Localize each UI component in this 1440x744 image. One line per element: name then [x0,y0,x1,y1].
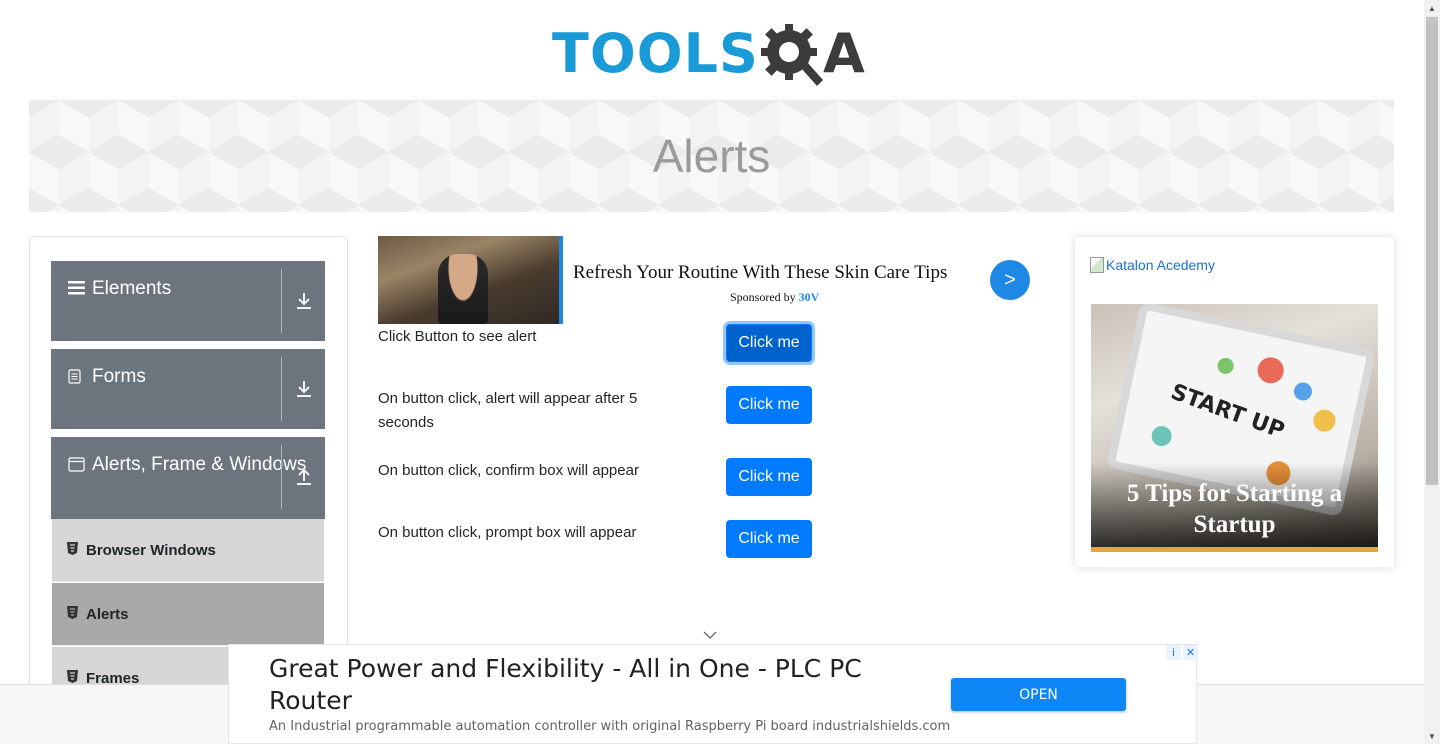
toolsqa-logo[interactable]: TOOLS A [552,14,882,94]
confirm-description: On button click, confirm box will appear [378,462,639,479]
right-ad[interactable]: Katalon Acedemy START UP 5 Tips for Star… [1075,237,1394,567]
alert-button[interactable]: Click me [726,324,812,362]
sidebar-item-label: Browser Windows [86,541,216,559]
timer-alert-button[interactable]: Click me [726,386,812,424]
bottom-ad-description: An Industrial programmable automation co… [269,719,951,734]
logo-a-text: A [822,22,866,85]
prompt-description: On button click, prompt box will appear [378,524,637,541]
ad-title[interactable]: Refresh Your Routine With These Skin Car… [573,262,947,284]
broken-image-icon [1090,257,1104,273]
diagram-node [1216,356,1236,376]
chevron-down-icon[interactable] [703,628,717,642]
scroll-up-arrow-icon[interactable]: ▲ [1424,0,1440,16]
gear-magnifier-icon [760,24,823,86]
confirm-button[interactable]: Click me [726,458,812,496]
bottom-ad-title[interactable]: Great Power and Flexibility - All in One… [269,653,909,717]
vertical-scrollbar[interactable]: ▲ ▼ [1424,0,1440,744]
broken-image-alt-text: Katalon Acedemy [1106,257,1215,273]
ad-sponsor-line: Sponsored by 30V [730,290,819,305]
scroll-thumb[interactable] [1426,17,1438,485]
sidebar-group-alerts-frame-windows[interactable]: Alerts, Frame & Windows [51,437,325,519]
bottom-ad[interactable]: Great Power and Flexibility - All in One… [228,644,1198,744]
sidebar-group-forms[interactable]: Forms [51,349,325,429]
ad-image [378,236,563,324]
sidebar-item-browser-windows[interactable]: Browser Windows [52,519,324,582]
window-icon [68,449,88,481]
sponsored-prefix: Sponsored by [730,290,799,304]
document-icon [68,361,88,393]
download-arrow-icon[interactable] [281,357,325,421]
ad-choices: i ✕ [1166,645,1198,660]
close-icon[interactable]: ✕ [1183,645,1198,660]
page-title: Alerts [652,130,771,182]
download-arrow-icon[interactable] [281,269,325,333]
promo-title: 5 Tips for Starting a Startup [1126,480,1343,538]
alert-description: Click Button to see alert [378,328,537,345]
diagram-node [1255,354,1287,386]
promo-accent-bar [1091,547,1378,552]
left-sidebar: Elements Forms Alerts, Frame & Windows B… [29,236,348,696]
logo-tools-text: TOOLS [552,22,759,85]
broken-image-link[interactable]: Katalon Acedemy [1090,257,1215,273]
sidebar-item-alerts[interactable]: Alerts [52,583,324,646]
info-icon[interactable]: i [1166,645,1181,660]
prompt-button[interactable]: Click me [726,520,812,558]
hamburger-icon [68,273,88,304]
diagram-node [1149,424,1174,448]
ad-next-button[interactable]: > [990,260,1030,300]
html5-icon [67,606,78,622]
timer-alert-description: On button click, alert will appear after… [378,390,638,431]
bottom-ad-open-button[interactable]: OPEN [951,678,1126,711]
sponsored-ad[interactable]: Refresh Your Routine With These Skin Car… [378,236,1033,324]
diagram-node [1292,380,1314,403]
sidebar-item-label: Alerts [86,605,129,623]
html5-icon [67,542,78,558]
promo-image[interactable]: START UP 5 Tips for Starting a Startup [1091,304,1378,552]
sidebar-group-elements[interactable]: Elements [51,261,325,341]
ad-photo-person [438,254,488,324]
sponsor-name[interactable]: 30V [799,290,820,304]
page-banner: Alerts [29,100,1394,212]
startup-text: START UP [1167,379,1288,444]
upload-arrow-icon[interactable] [281,445,325,509]
scroll-down-arrow-icon[interactable]: ▼ [1424,728,1440,744]
diagram-node [1311,407,1338,434]
